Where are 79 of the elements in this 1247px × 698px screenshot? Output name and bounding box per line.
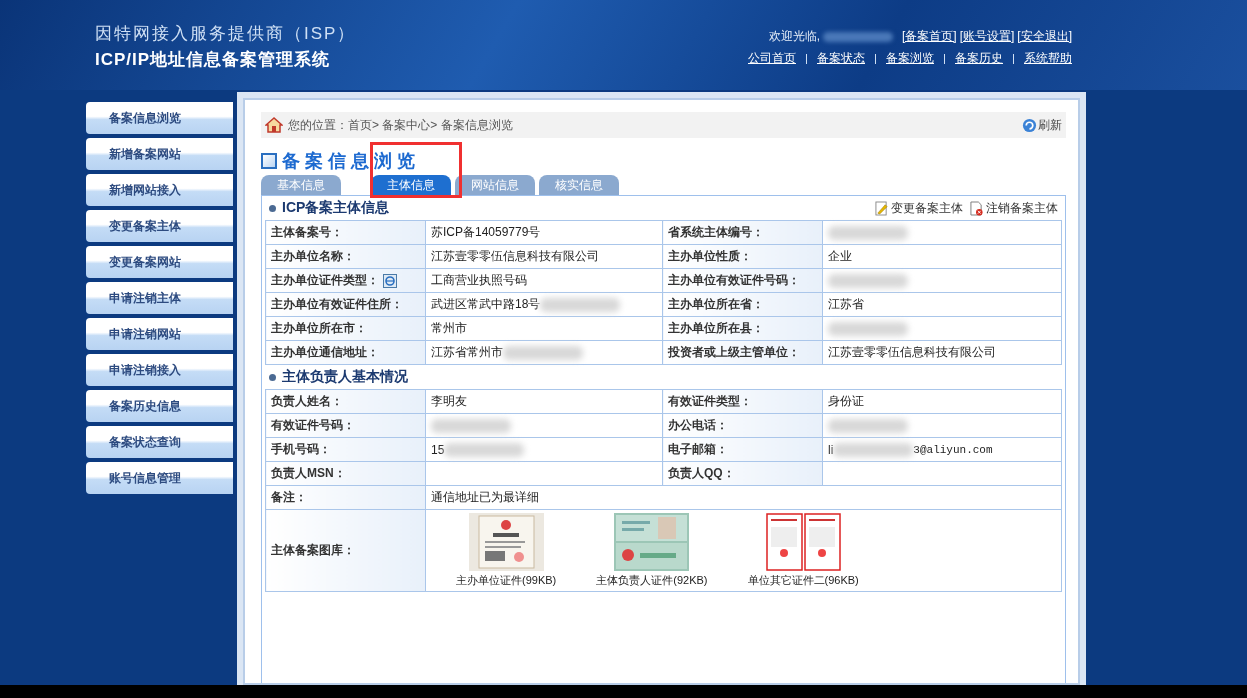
page-title: 备案信息浏览 (282, 150, 420, 173)
field-label: 手机号码： (271, 441, 331, 458)
browser-icon[interactable] (383, 273, 397, 288)
field-label: 有效证件类型： (668, 393, 752, 410)
field-value: 苏ICP备14059779号 (431, 224, 541, 241)
field-value: 江苏壹零零伍信息科技有限公司 (828, 344, 996, 361)
sidebar-item[interactable]: 申请注销网站 (86, 318, 233, 350)
image-caption[interactable]: 主办单位证件(99KB) (456, 573, 557, 588)
image-caption[interactable]: 主体负责人证件(92KB) (596, 573, 708, 588)
bullet-icon (269, 373, 276, 381)
field-label: 办公电话： (668, 417, 728, 434)
sidebar-item[interactable]: 变更备案主体 (86, 210, 233, 242)
sidebar-item[interactable]: 新增网站接入 (86, 174, 233, 206)
field-value: 常州市 (431, 320, 467, 337)
header-link[interactable]: [账号设置] (959, 28, 1015, 45)
sidebar-item[interactable]: 备案历史信息 (86, 390, 233, 422)
field-label: 主办单位名称： (271, 248, 355, 265)
welcome-text: 欢迎光临, (768, 28, 820, 45)
sidebar-item[interactable]: 新增备案网站 (86, 138, 233, 170)
field-label: 主办单位所在市： (271, 320, 367, 337)
nav-link[interactable]: 系统帮助 (1024, 50, 1072, 67)
sidebar-item[interactable]: 备案状态查询 (86, 426, 233, 458)
field-label: 主办单位有效证件号码： (668, 272, 800, 289)
nav-link[interactable]: 备案历史 (955, 50, 1003, 67)
field-value: 李明友 (431, 393, 467, 410)
sidebar-item[interactable]: 申请注销接入 (86, 354, 233, 386)
field-value: 企业 (828, 248, 852, 265)
system-title: ICP/IP地址信息备案管理系统 (95, 49, 332, 71)
redacted-username (823, 31, 893, 42)
field-label: 投资者或上级主管单位： (668, 344, 800, 361)
field-value: 通信地址已为最详细 (431, 489, 539, 506)
sidebar-item[interactable]: 备案信息浏览 (86, 102, 233, 134)
nav-link[interactable]: 备案状态 (817, 50, 865, 67)
field-value: 江苏省 (828, 296, 864, 313)
breadcrumb: 您的位置：首页> 备案中心> 备案信息浏览 (288, 116, 513, 134)
tab[interactable]: 主体信息 (371, 175, 451, 195)
header-link[interactable]: [安全退出] (1017, 28, 1072, 45)
section-title: 主体负责人基本情况 (282, 368, 408, 386)
bullet-icon (269, 204, 276, 212)
field-label: 主办单位所在县： (668, 320, 764, 337)
field-label: 电子邮箱： (668, 441, 728, 458)
field-label: 主办单位所在省： (668, 296, 764, 313)
field-label: 主体备案号： (271, 224, 343, 241)
field-value: 江苏壹零零伍信息科技有限公司 (431, 248, 599, 265)
field-value: 工商营业执照号码 (431, 272, 527, 289)
field-label: 主办单位性质： (668, 248, 752, 265)
sidebar-item[interactable]: 申请注销主体 (86, 282, 233, 314)
refresh-link[interactable]: 刷新 (1038, 116, 1062, 134)
pencil-icon[interactable] (875, 200, 888, 216)
field-label: 有效证件号码： (271, 417, 355, 434)
field-label: 备注： (271, 489, 307, 506)
field-value: 武进区常武中路18号 (431, 296, 541, 313)
field-value: 3@aliyun.com (913, 443, 993, 456)
action-link[interactable]: 注销备案主体 (986, 199, 1058, 217)
section-title: ICP备案主体信息 (282, 199, 390, 217)
field-label: 省系统主体编号： (668, 224, 764, 241)
field-label: 负责人姓名： (271, 393, 343, 410)
action-link[interactable]: 变更备案主体 (891, 199, 963, 217)
system-subtitle: 因特网接入服务提供商（ISP） (95, 23, 357, 45)
field-value: 江苏省常州市 (431, 344, 503, 361)
field-label: 主体备案图库： (271, 542, 355, 559)
sidebar-item[interactable]: 变更备案网站 (86, 246, 233, 278)
field-value: li (828, 442, 834, 457)
field-value: 身份证 (828, 393, 864, 410)
refresh-icon[interactable] (1022, 117, 1037, 133)
field-label: 负责人QQ： (668, 465, 735, 482)
header-link[interactable]: [备案首页] (902, 28, 957, 45)
image-caption[interactable]: 单位其它证件二(96KB) (747, 573, 859, 588)
field-label: 负责人MSN： (271, 465, 346, 482)
home-icon (265, 117, 283, 133)
field-label: 主办单位通信地址： (271, 344, 379, 361)
document-delete-icon[interactable] (970, 200, 983, 216)
nav-link[interactable]: 公司首页 (748, 50, 796, 67)
field-value: 15 (431, 442, 445, 457)
field-label: 主办单位证件类型： (271, 272, 379, 289)
nav-link[interactable]: 备案浏览 (886, 50, 934, 67)
field-label: 主办单位有效证件住所： (271, 296, 403, 313)
title-square-icon (261, 153, 277, 169)
sidebar-item[interactable]: 账号信息管理 (86, 462, 233, 494)
